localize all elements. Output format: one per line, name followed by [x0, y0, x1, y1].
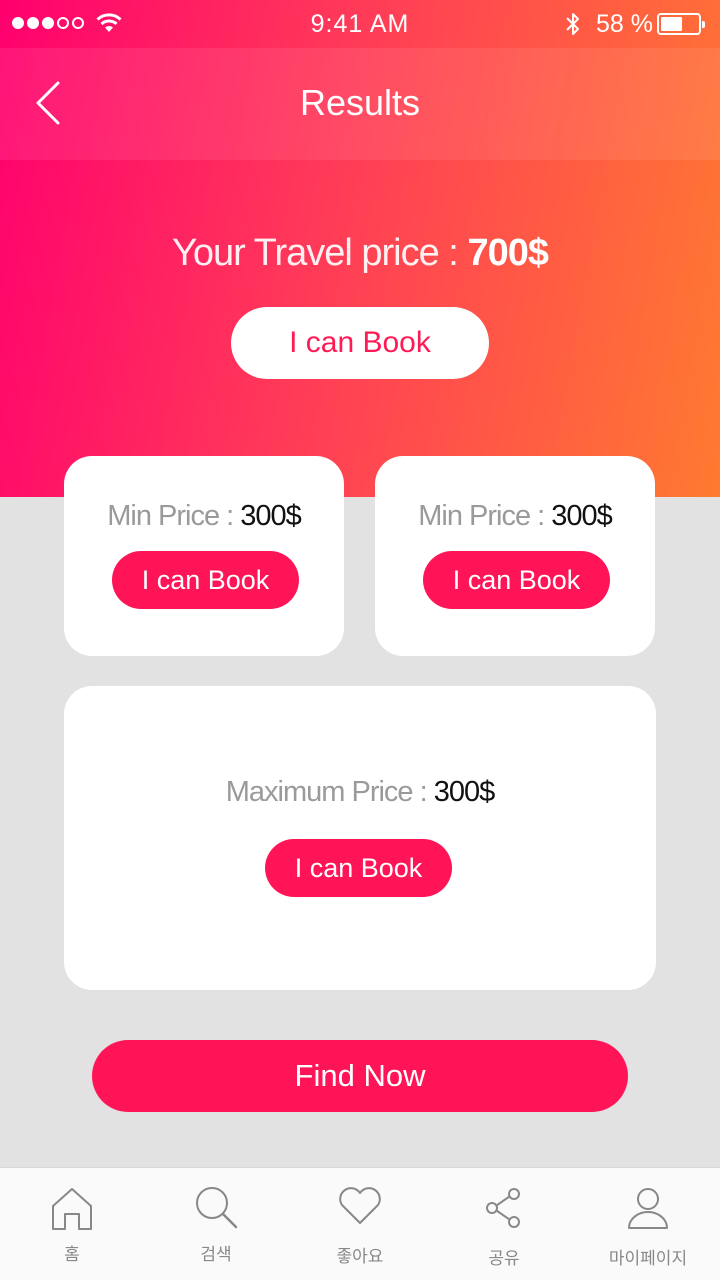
tab-likes[interactable]: 좋아요 [288, 1168, 432, 1280]
min-left-book-button[interactable]: I can Book [112, 551, 299, 609]
travel-price-label: Your Travel price : [172, 232, 468, 274]
max-price-value: 300$ [433, 776, 496, 808]
search-icon [196, 1187, 238, 1229]
home-icon [52, 1188, 92, 1230]
tab-bar: 홈 검색 좋아요 공유 마이페이지 [0, 1167, 720, 1280]
tab-search[interactable]: 검색 [144, 1168, 288, 1280]
min-price-right: Min Price : 300$ [375, 500, 655, 533]
tab-home-label: 홈 [64, 1245, 80, 1264]
max-price-label: Maximum Price : [225, 776, 434, 808]
min-price-value: 300$ [551, 500, 613, 532]
battery-icon [657, 13, 705, 35]
battery-percent: 58 % [596, 10, 653, 38]
min-price-label: Min Price : [418, 500, 552, 532]
hero-book-button[interactable]: I can Book [231, 307, 489, 379]
find-now-button[interactable]: Find Now [92, 1040, 628, 1112]
min-price-card-left: Min Price : 300$ I can Book [64, 456, 344, 656]
max-price: Maximum Price : 300$ [64, 776, 656, 809]
tab-mypage-label: 마이페이지 [608, 1249, 688, 1268]
nav-bar: Results [0, 48, 720, 160]
tab-home[interactable]: 홈 [0, 1168, 144, 1280]
share-icon [486, 1188, 520, 1228]
tab-search-label: 검색 [200, 1245, 232, 1264]
min-right-book-button[interactable]: I can Book [423, 551, 610, 609]
travel-price-value: 700$ [467, 232, 549, 274]
tab-share[interactable]: 공유 [432, 1168, 576, 1280]
status-bar: 9:41 AM 58 % [0, 0, 720, 48]
tab-likes-label: 좋아요 [336, 1247, 384, 1266]
min-price-label: Min Price : [107, 500, 241, 532]
min-price-value: 300$ [240, 500, 302, 532]
heart-icon [339, 1187, 381, 1224]
bluetooth-icon [566, 13, 579, 35]
tab-share-label: 공유 [488, 1249, 520, 1268]
tab-mypage[interactable]: 마이페이지 [576, 1168, 720, 1280]
travel-price: Your Travel price : 700$ [0, 232, 720, 275]
max-price-card: Maximum Price : 300$ I can Book [64, 686, 656, 990]
user-icon [628, 1188, 668, 1229]
min-price-left: Min Price : 300$ [64, 500, 344, 533]
min-price-card-right: Min Price : 300$ I can Book [375, 456, 655, 656]
max-book-button[interactable]: I can Book [265, 839, 452, 897]
page-title: Results [299, 82, 421, 123]
